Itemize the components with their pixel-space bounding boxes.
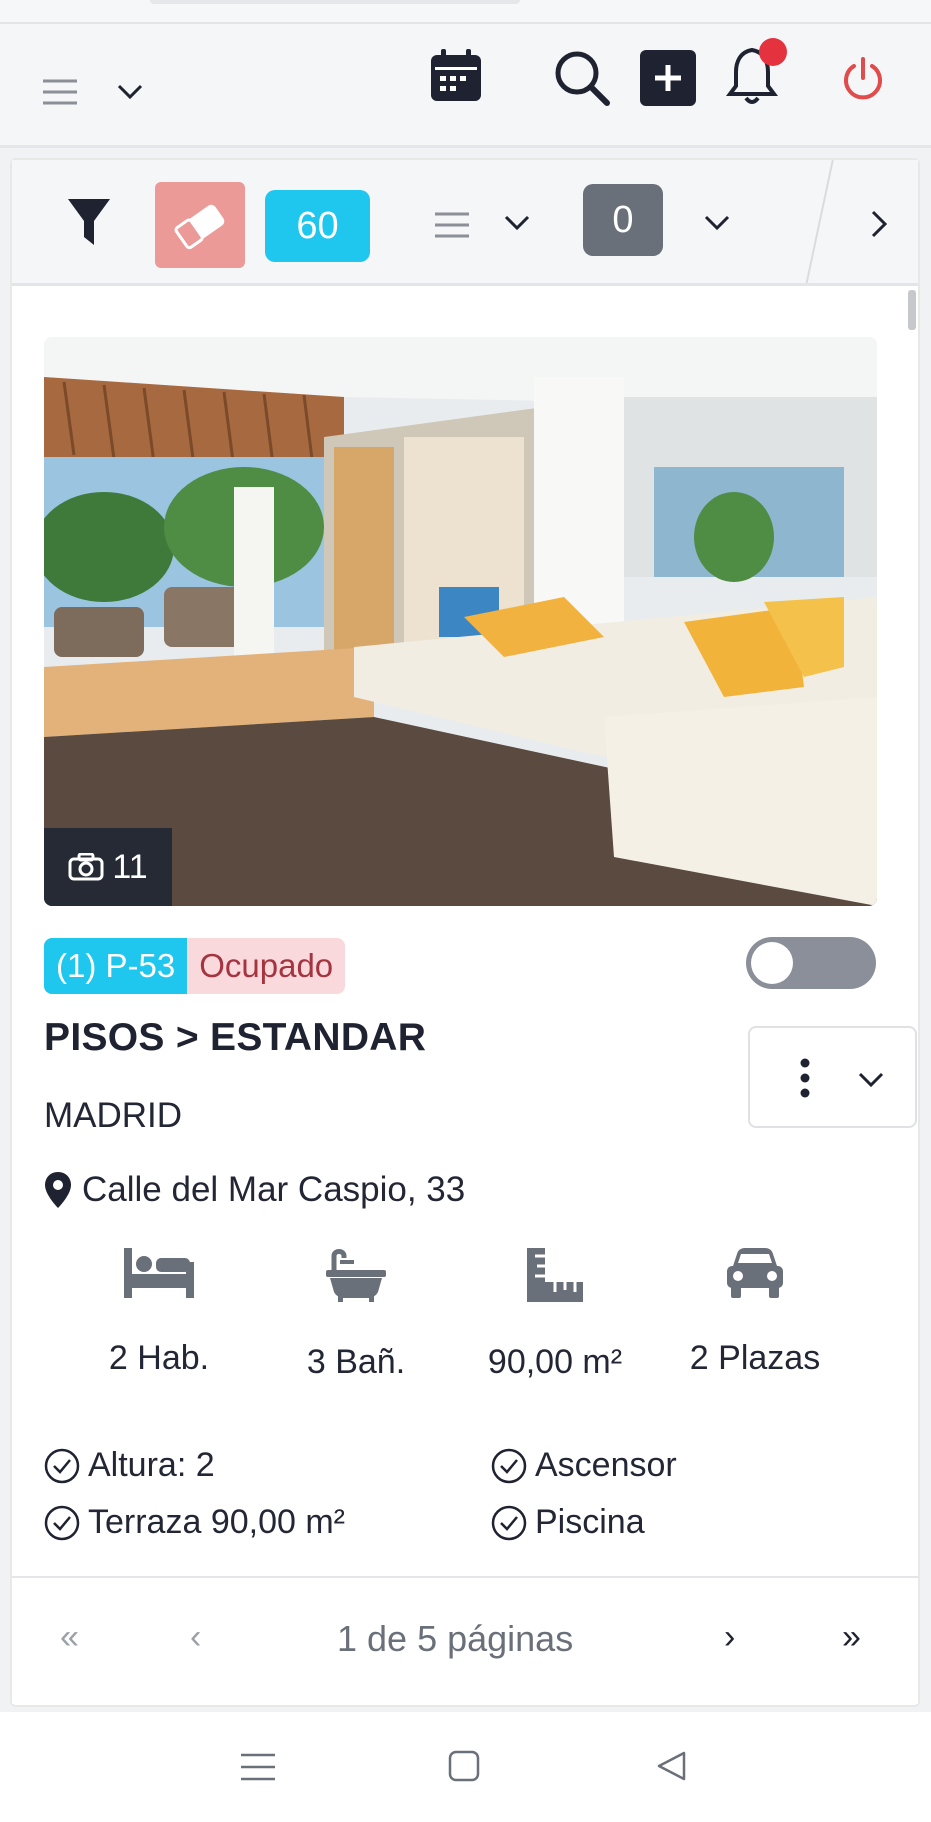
selection-count-badge[interactable]: 0 bbox=[583, 184, 663, 256]
search-icon[interactable] bbox=[552, 48, 612, 108]
system-nav-bar bbox=[0, 1712, 931, 1822]
check-circle-icon bbox=[44, 1505, 80, 1540]
extra-label: Ascensor bbox=[535, 1446, 677, 1484]
extra-label: Piscina bbox=[535, 1503, 645, 1541]
extra-label: Terraza 90,00 m² bbox=[88, 1503, 345, 1541]
last-page-button[interactable]: » bbox=[842, 1618, 861, 1657]
feature-label: 2 Hab. bbox=[108, 1339, 210, 1377]
prev-page-button[interactable]: ‹ bbox=[190, 1618, 201, 1657]
feature-bathrooms: 3 Bañ. bbox=[266, 1248, 446, 1382]
status-badge: Ocupado bbox=[187, 938, 346, 994]
filter-icon[interactable] bbox=[64, 194, 114, 250]
property-title: PISOS > ESTANDAR bbox=[44, 1016, 427, 1059]
camera-icon bbox=[68, 853, 104, 881]
check-circle-icon bbox=[491, 1448, 527, 1483]
feature-area: 90,00 m² bbox=[465, 1248, 645, 1382]
next-tab[interactable] bbox=[805, 160, 918, 283]
back-icon[interactable] bbox=[654, 1748, 690, 1784]
page-info: 1 de 5 páginas bbox=[337, 1618, 574, 1659]
next-page-button[interactable]: › bbox=[724, 1618, 735, 1657]
eraser-icon bbox=[173, 200, 227, 250]
publish-toggle[interactable] bbox=[746, 937, 876, 989]
bed-icon bbox=[124, 1248, 194, 1298]
notification-dot bbox=[759, 38, 787, 66]
property-photo[interactable]: 11 bbox=[44, 337, 877, 906]
clear-filters-button[interactable] bbox=[155, 182, 245, 268]
filter-toolbar: 60 0 bbox=[12, 160, 918, 286]
feature-label: 3 Bañ. bbox=[306, 1343, 406, 1381]
selection-chevron-down-icon[interactable] bbox=[702, 208, 732, 238]
address-pill bbox=[150, 0, 520, 4]
bath-icon bbox=[326, 1249, 386, 1302]
chevron-right-icon[interactable] bbox=[864, 206, 894, 242]
kebab-icon bbox=[800, 1058, 810, 1098]
address-text: Calle del Mar Caspio, 33 bbox=[82, 1170, 466, 1209]
listing-panel: 60 0 11 (1) P-53 Ocupado PISOS > ESTANDA… bbox=[12, 160, 918, 1705]
reference-tag: (1) P-53 Ocupado bbox=[44, 938, 346, 994]
bell-icon[interactable] bbox=[724, 38, 794, 110]
property-city: MADRID bbox=[44, 1096, 183, 1135]
car-icon bbox=[727, 1248, 783, 1298]
property-address: Calle del Mar Caspio, 33 bbox=[44, 1170, 465, 1210]
photo-count-text: 11 bbox=[112, 847, 148, 886]
recents-icon[interactable] bbox=[240, 1750, 276, 1784]
list-view-icon[interactable] bbox=[432, 210, 472, 240]
actions-menu-button[interactable] bbox=[748, 1026, 917, 1128]
actions-chevron-down-icon bbox=[858, 1072, 884, 1088]
photo-count-badge[interactable]: 11 bbox=[44, 828, 172, 906]
app-header bbox=[0, 24, 931, 148]
map-pin-icon bbox=[45, 1172, 71, 1208]
feature-label: 90,00 m² bbox=[487, 1343, 623, 1381]
feature-label: 2 Plazas bbox=[689, 1339, 821, 1377]
check-circle-icon bbox=[44, 1448, 80, 1483]
extra-item: Terraza 90,00 m² bbox=[44, 1503, 345, 1542]
power-icon[interactable] bbox=[838, 54, 888, 104]
reference-code: (1) P-53 bbox=[44, 938, 188, 994]
home-icon[interactable] bbox=[446, 1748, 482, 1784]
feature-bedrooms: 2 Hab. bbox=[69, 1248, 249, 1378]
feature-parking: 2 Plazas bbox=[665, 1248, 845, 1378]
toggle-knob bbox=[751, 942, 793, 984]
view-chevron-down-icon[interactable] bbox=[502, 208, 532, 238]
check-circle-icon bbox=[491, 1505, 527, 1540]
extra-item: Altura: 2 bbox=[44, 1446, 215, 1485]
scrollbar[interactable] bbox=[908, 290, 916, 330]
menu-icon[interactable] bbox=[40, 72, 80, 112]
first-page-button[interactable]: « bbox=[60, 1618, 79, 1657]
ruler-icon bbox=[527, 1248, 583, 1302]
plus-icon[interactable] bbox=[640, 50, 696, 106]
results-count-badge[interactable]: 60 bbox=[265, 190, 370, 262]
pagination: « ‹ 1 de 5 páginas › » bbox=[12, 1576, 918, 1704]
extra-item: Ascensor bbox=[491, 1446, 677, 1485]
extra-label: Altura: 2 bbox=[88, 1446, 215, 1484]
status-strip bbox=[0, 0, 931, 24]
calendar-icon[interactable] bbox=[428, 48, 484, 104]
extra-item: Piscina bbox=[491, 1503, 645, 1542]
chevron-down-icon[interactable] bbox=[114, 76, 146, 108]
